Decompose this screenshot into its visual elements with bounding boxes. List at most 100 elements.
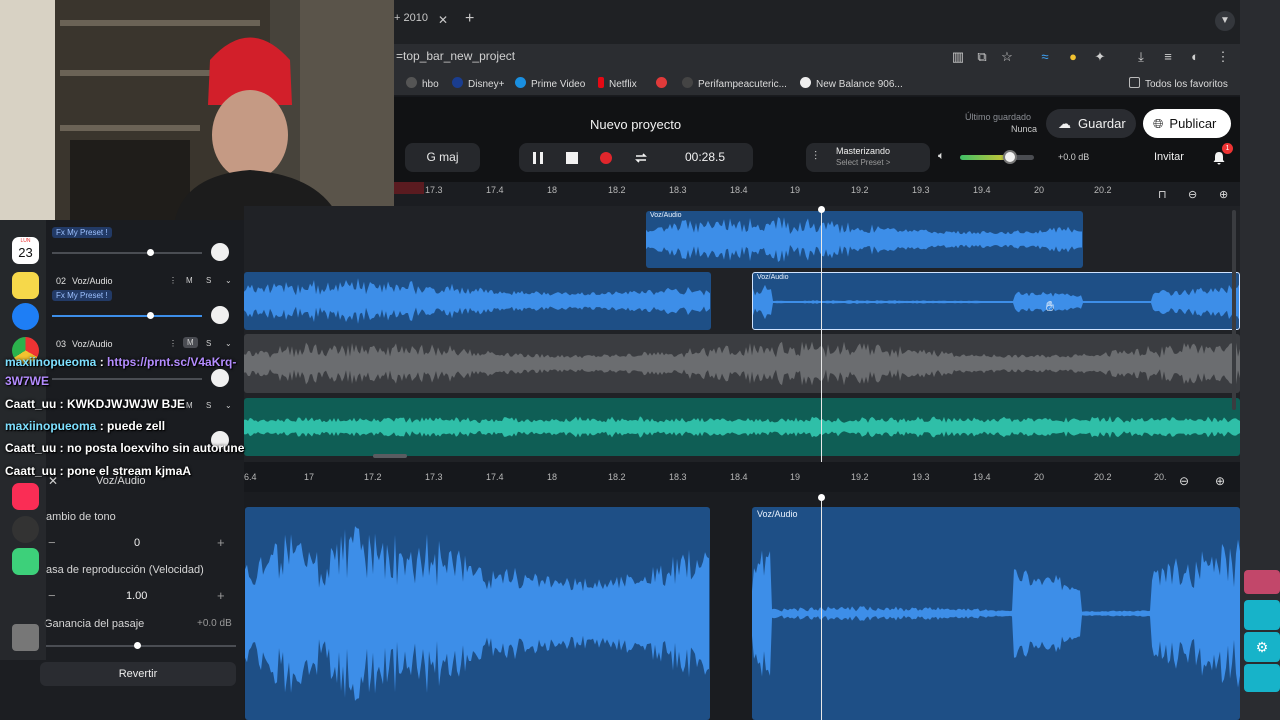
save-button[interactable]: ☁ Guardar: [1046, 109, 1136, 138]
side-button-pink[interactable]: [1244, 570, 1280, 594]
zoom-in-icon[interactable]: ⊕: [1215, 474, 1225, 488]
url-text[interactable]: =top_bar_new_project: [396, 49, 515, 63]
mute-button[interactable]: M: [186, 401, 193, 410]
audio-clip-zoomed-selected[interactable]: Voz/Audio: [752, 507, 1240, 720]
bookmark-disney[interactable]: Disney+: [452, 77, 504, 90]
audio-clip[interactable]: [244, 272, 711, 330]
slider-handle[interactable]: [134, 642, 141, 649]
mute-button-active[interactable]: M: [183, 337, 198, 348]
publish-button[interactable]: 🌐︎ Publicar: [1143, 109, 1231, 138]
track-volume-slider[interactable]: [52, 378, 202, 380]
pan-knob[interactable]: [211, 243, 229, 261]
pan-knob[interactable]: [211, 306, 229, 324]
record-icon[interactable]: [598, 150, 614, 166]
gain-slider[interactable]: [46, 645, 236, 647]
chevron-down-icon[interactable]: ⌄: [225, 276, 232, 285]
playhead[interactable]: [821, 497, 822, 720]
solo-button[interactable]: S: [206, 276, 211, 285]
clock-icon[interactable]: [12, 516, 39, 543]
avatar[interactable]: ◐: [1186, 48, 1204, 66]
playhead-handle[interactable]: [818, 494, 825, 501]
track-name[interactable]: Voz/Audio: [72, 339, 113, 349]
safari-icon[interactable]: [12, 303, 39, 330]
bookmark-perif[interactable]: Perifampeacuteric...: [682, 77, 787, 90]
audio-clip-teal[interactable]: [244, 398, 1240, 456]
gear-icon[interactable]: ⚙: [1244, 632, 1280, 662]
pause-icon[interactable]: [530, 150, 546, 166]
bookmark-netflix[interactable]: Netflix: [598, 77, 637, 90]
chevron-down-icon[interactable]: ⌄: [225, 401, 232, 410]
extension-icon[interactable]: ≈: [1036, 48, 1054, 66]
bookmark-hbo[interactable]: hbo: [406, 77, 439, 90]
calendar-icon[interactable]: LUN 23: [12, 237, 39, 264]
revert-button[interactable]: Revertir: [40, 662, 236, 686]
media-icon[interactable]: ≡: [1159, 48, 1177, 66]
stop-icon[interactable]: [564, 150, 580, 166]
pan-knob[interactable]: [211, 369, 229, 387]
bookmark-prime[interactable]: Prime Video: [515, 77, 585, 90]
horizontal-scrollbar[interactable]: [373, 454, 407, 458]
music-icon[interactable]: [12, 483, 39, 510]
bookmark-all[interactable]: Todos los favoritos: [1129, 77, 1228, 90]
zoom-out-icon[interactable]: ⊖: [1179, 474, 1189, 488]
notes-icon[interactable]: [12, 272, 39, 299]
project-title[interactable]: Nuevo proyecto: [590, 117, 681, 132]
vertical-scrollbar[interactable]: [1232, 210, 1236, 410]
address-bar[interactable]: [394, 44, 1240, 72]
track-name[interactable]: Voz/Audio: [72, 276, 113, 286]
mute-button[interactable]: M: [186, 276, 193, 285]
audio-clip-muted[interactable]: [244, 334, 1240, 393]
zoom-out-icon[interactable]: ⊖: [1188, 188, 1197, 201]
extension-icon-2[interactable]: ●: [1064, 48, 1082, 66]
solo-button[interactable]: S: [206, 339, 211, 348]
audio-clip-selected[interactable]: Voz/Audio: [752, 272, 1240, 330]
side-button-teal[interactable]: [1244, 600, 1280, 630]
side-button-teal-2[interactable]: [1244, 664, 1280, 692]
playhead-handle[interactable]: [818, 206, 825, 213]
slider-handle[interactable]: [147, 312, 154, 319]
fx-preset-badge[interactable]: Fx My Preset !: [52, 227, 112, 238]
fx-preset-badge[interactable]: Fx My Preset !: [52, 290, 112, 301]
trash-icon[interactable]: [12, 624, 39, 651]
playhead[interactable]: [821, 208, 822, 462]
volume-slider[interactable]: [960, 155, 1034, 160]
download-icon[interactable]: ⤓: [1132, 48, 1150, 66]
plus-icon[interactable]: +: [217, 535, 225, 550]
rate-value[interactable]: 1.00: [126, 590, 147, 602]
key-button[interactable]: G maj: [405, 143, 480, 172]
volume-knob[interactable]: [1003, 150, 1017, 164]
magnet-icon[interactable]: ⊓: [1158, 188, 1167, 201]
more-icon[interactable]: ⋮: [1214, 48, 1232, 66]
chevron-down-icon[interactable]: ⌄: [225, 339, 232, 348]
plus-icon[interactable]: +: [217, 588, 225, 603]
slider-handle[interactable]: [147, 249, 154, 256]
more-icon[interactable]: ⋮: [169, 339, 177, 348]
audio-clip-zoomed[interactable]: [245, 507, 710, 720]
cast-icon[interactable]: ⧉: [973, 48, 991, 66]
star-icon[interactable]: ☆: [998, 48, 1016, 66]
bookmark-newbalance[interactable]: New Balance 906...: [800, 77, 903, 90]
loop-icon[interactable]: [633, 150, 649, 166]
track-volume-slider[interactable]: [52, 252, 202, 254]
minus-icon[interactable]: −: [48, 535, 56, 550]
audio-clip[interactable]: Voz/Audio: [646, 211, 1083, 268]
minus-icon[interactable]: −: [48, 588, 56, 603]
sidebar-icon[interactable]: ▥: [949, 48, 967, 66]
new-tab-icon[interactable]: +: [465, 10, 474, 28]
close-icon[interactable]: ✕: [438, 13, 448, 27]
zoom-in-icon[interactable]: ⊕: [1219, 188, 1228, 201]
app-icon-green[interactable]: [12, 548, 39, 575]
more-icon[interactable]: ⋮: [169, 276, 177, 285]
timeline-ruler-top[interactable]: [394, 182, 1240, 206]
pitch-value[interactable]: 0: [134, 537, 140, 549]
chat-message: Caatt_uu : no posta loexviho sin autorun…: [5, 441, 245, 455]
chevron-down-icon[interactable]: ▼: [1215, 11, 1235, 31]
puzzle-icon[interactable]: ✦: [1091, 48, 1109, 66]
bookmark-icon-red[interactable]: [656, 77, 672, 90]
invite-button[interactable]: Invitar: [1154, 151, 1184, 163]
track-volume-slider[interactable]: [52, 315, 202, 317]
tab-title[interactable]: + 2010: [394, 12, 428, 24]
pitch-label: ambio de tono: [46, 511, 116, 523]
speaker-icon[interactable]: 🔈︎: [938, 150, 945, 163]
solo-button[interactable]: S: [206, 401, 211, 410]
